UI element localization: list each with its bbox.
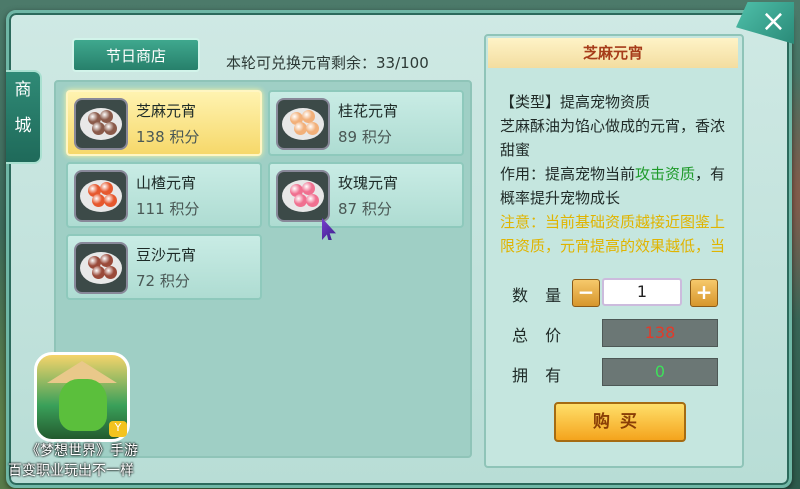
sesame-icon <box>74 98 128 150</box>
rose-icon <box>276 170 330 222</box>
desc-use: 作用：提高宠物当前攻击资质，有概率提升宠物成长 <box>500 165 726 207</box>
item-name: 玫瑰元宵 <box>338 174 399 192</box>
item-price: 111 积分 <box>136 200 200 218</box>
close-icon: × <box>760 4 786 39</box>
item-sesame[interactable]: 芝麻元宵 138 积分 <box>66 90 262 156</box>
yuanxiao-ball <box>306 194 319 207</box>
item-price: 87 积分 <box>338 200 392 218</box>
item-price: 89 积分 <box>338 128 392 146</box>
minus-button[interactable]: − <box>572 279 600 307</box>
yuanxiao-ball <box>306 122 319 135</box>
item-name: 芝麻元宵 <box>136 102 197 120</box>
plus-icon: + <box>695 280 713 304</box>
detail-title: 芝麻元宵 <box>488 38 738 68</box>
tab-festival-shop[interactable]: 节日商店 <box>72 38 200 72</box>
side-tab-char-2: 城 <box>14 116 32 136</box>
own-label: 拥 有 <box>512 366 568 385</box>
quantity-label: 数 量 <box>512 286 568 305</box>
promo-subtitle: 百变职业玩出不一样 <box>8 463 134 479</box>
game-app-icon[interactable]: Y <box>34 352 130 442</box>
total-price-value: 138 <box>602 319 718 347</box>
minus-icon: − <box>577 280 595 304</box>
buy-button[interactable]: 购买 <box>554 402 686 442</box>
yuanxiao-ball <box>104 122 117 135</box>
item-hawthorn[interactable]: 山楂元宵 111 积分 <box>66 162 262 228</box>
remaining-count: 本轮可兑换元宵剩余：33/100 <box>226 54 429 72</box>
promo-badge: Y <box>109 421 127 437</box>
item-name: 桂花元宵 <box>338 102 399 120</box>
hawthorn-icon <box>74 170 128 222</box>
desc-flavor: 芝麻酥油为馅心做成的元宵，香浓甜蜜 <box>500 117 726 159</box>
promo-title: 《梦想世界》手游 <box>26 443 138 459</box>
mall-side-tab[interactable]: 商 城 <box>6 70 42 164</box>
item-name: 豆沙元宵 <box>136 246 197 264</box>
desc-type: 【类型】提高宠物资质 <box>500 93 651 111</box>
desc-note: 注意：当前基础资质越接近图鉴上限资质，元宵提高的效果越低，当前基础资质... <box>500 213 726 255</box>
yuanxiao-ball <box>104 194 117 207</box>
frog-character <box>59 379 107 431</box>
item-redbean[interactable]: 豆沙元宵 72 积分 <box>66 234 262 300</box>
side-tab-char-1: 商 <box>14 80 32 100</box>
redbean-icon <box>74 242 128 294</box>
yuanxiao-ball <box>104 266 117 279</box>
item-name: 山楂元宵 <box>136 174 197 192</box>
owned-count-value: 0 <box>602 358 718 386</box>
item-price: 72 积分 <box>136 272 190 290</box>
item-rose[interactable]: 玫瑰元宵 87 积分 <box>268 162 464 228</box>
item-price: 138 积分 <box>136 128 200 146</box>
item-osmanthus[interactable]: 桂花元宵 89 积分 <box>268 90 464 156</box>
quantity-field[interactable]: 1 <box>602 278 682 306</box>
osmanthus-icon <box>276 98 330 150</box>
plus-button[interactable]: + <box>690 279 718 307</box>
detail-description[interactable]: 【类型】提高宠物资质 芝麻酥油为馅心做成的元宵，香浓甜蜜 作用：提高宠物当前攻击… <box>500 90 726 260</box>
total-label: 总 价 <box>512 326 568 345</box>
